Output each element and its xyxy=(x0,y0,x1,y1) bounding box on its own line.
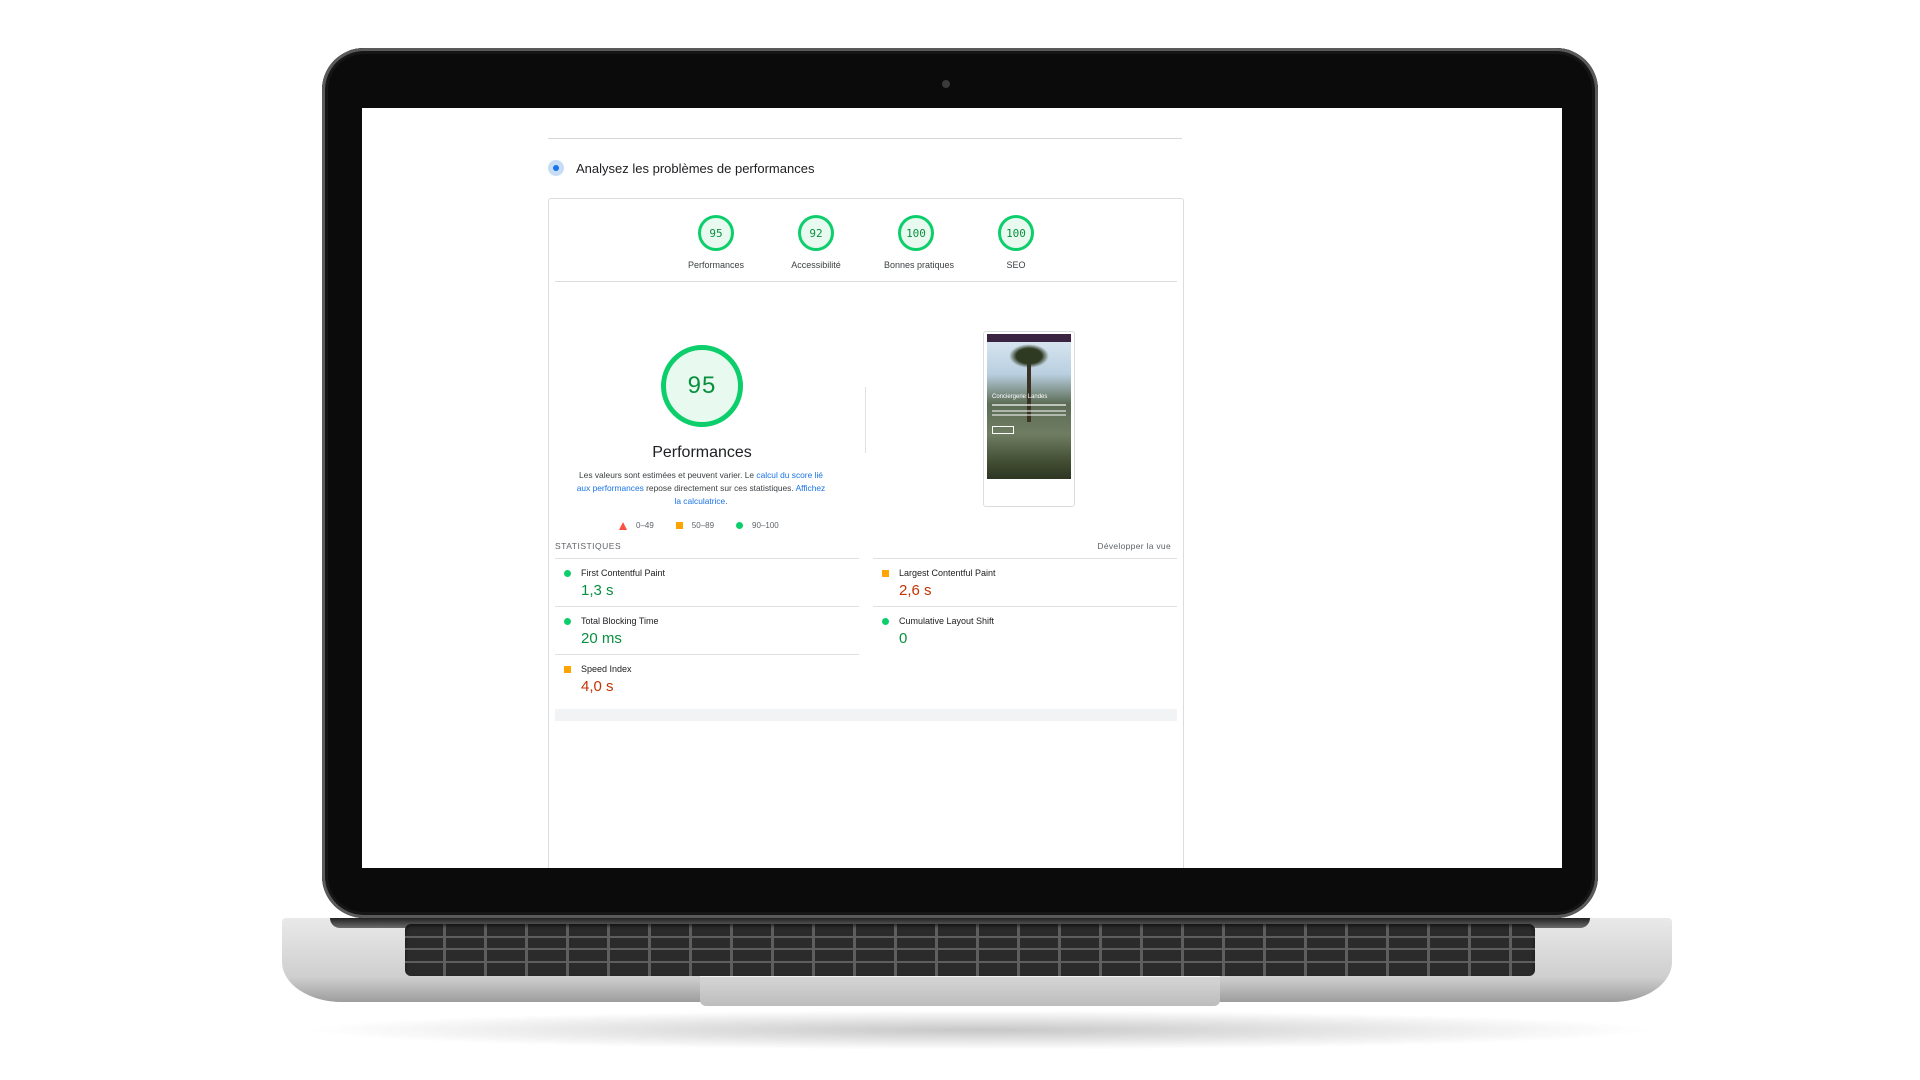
circle-icon xyxy=(736,522,744,529)
score-legend: 0–49 50–89 90–100 xyxy=(619,521,779,530)
divider xyxy=(555,281,1177,282)
lighthouse-icon xyxy=(548,160,564,176)
report-card: 95 Performances 92 Accessibilité 100 Bon… xyxy=(548,198,1184,868)
gauge-accessibilite[interactable]: 92 Accessibilité xyxy=(784,215,848,270)
disclaimer-text: . xyxy=(725,496,728,506)
metric-cumulative-layout-shift: Cumulative Layout Shift 0 xyxy=(873,606,1177,654)
metric-value: 4,0 s xyxy=(581,678,614,695)
legend-range: 90–100 xyxy=(752,521,779,530)
laptop-screen: Analysez les problèmes de performances 9… xyxy=(362,108,1562,868)
metrics-grid: First Contentful Paint 1,3 s Largest Con… xyxy=(555,558,1177,702)
metric-name: Speed Index xyxy=(581,664,632,674)
expand-view-toggle[interactable]: Développer la vue xyxy=(1097,541,1171,551)
score-disclaimer: Les valeurs sont estimées et peuvent var… xyxy=(573,469,829,508)
gauge-score: 100 xyxy=(898,215,934,251)
pass-circle-icon xyxy=(882,618,889,625)
legend-range: 0–49 xyxy=(636,521,654,530)
metric-total-blocking-time: Total Blocking Time 20 ms xyxy=(555,606,859,654)
laptop-shadow xyxy=(300,1010,1660,1050)
keyboard xyxy=(405,924,1535,976)
metric-name: Largest Contentful Paint xyxy=(899,568,996,578)
analyse-header: Analysez les problèmes de performances xyxy=(548,160,814,176)
average-square-icon xyxy=(564,666,571,673)
gauge-performances[interactable]: 95 Performances xyxy=(684,215,748,270)
pass-circle-icon xyxy=(564,618,571,625)
metric-largest-contentful-paint: Largest Contentful Paint 2,6 s xyxy=(873,558,1177,606)
category-gauges: 95 Performances 92 Accessibilité 100 Bon… xyxy=(549,215,1183,270)
metric-value: 20 ms xyxy=(581,630,622,647)
gauge-score: 95 xyxy=(698,215,734,251)
metric-name: First Contentful Paint xyxy=(581,568,666,578)
square-icon xyxy=(675,522,683,529)
gauge-bonnes-pratiques[interactable]: 100 Bonnes pratiques xyxy=(884,215,955,270)
divider xyxy=(548,138,1182,139)
metric-name: Cumulative Layout Shift xyxy=(899,616,995,626)
screenshot-image: Conciergerie Landes xyxy=(987,334,1071,479)
pass-circle-icon xyxy=(564,570,571,577)
palm-tree-image xyxy=(1009,344,1049,422)
legend-range: 50–89 xyxy=(691,521,715,530)
metric-value: 1,3 s xyxy=(581,582,614,599)
triangle-icon xyxy=(619,521,627,530)
runtime-info-bar xyxy=(555,709,1177,721)
screenshot-site-title: Conciergerie Landes xyxy=(992,394,1048,400)
disclaimer-text: repose directement sur ces statistiques. xyxy=(643,483,796,493)
performance-title: Performances xyxy=(652,444,752,461)
gauge-score: 100 xyxy=(998,215,1034,251)
metric-name: Total Blocking Time xyxy=(581,616,659,626)
metric-speed-index: Speed Index 4,0 s xyxy=(555,654,859,702)
divider xyxy=(865,387,866,453)
gauge-label: Performances xyxy=(687,260,745,270)
gauge-seo[interactable]: 100 SEO xyxy=(984,215,1048,270)
stats-heading: STATISTIQUES xyxy=(555,541,622,551)
legend-item-average: 50–89 xyxy=(675,521,715,530)
metric-first-contentful-paint: First Contentful Paint 1,3 s xyxy=(555,558,859,606)
camera-icon xyxy=(942,80,950,88)
disclaimer-text: Les valeurs sont estimées et peuvent var… xyxy=(579,470,757,480)
legend-item-pass: 90–100 xyxy=(736,521,779,530)
metric-value: 2,6 s xyxy=(899,582,932,599)
screenshot-button xyxy=(992,426,1014,434)
metric-value: 0 xyxy=(899,630,908,647)
gauge-label: Bonnes pratiques xyxy=(884,260,955,270)
performance-score-gauge: 95 xyxy=(661,345,743,427)
gauge-label: Accessibilité xyxy=(791,260,841,270)
gauge-score: 92 xyxy=(798,215,834,251)
screenshot-text-lines xyxy=(992,404,1066,406)
gauge-label: SEO xyxy=(1006,260,1026,270)
trackpad xyxy=(700,976,1220,1006)
legend-item-fail: 0–49 xyxy=(619,521,654,530)
page-screenshot-thumbnail[interactable]: Conciergerie Landes xyxy=(983,331,1075,507)
average-square-icon xyxy=(882,570,889,577)
analyse-title: Analysez les problèmes de performances xyxy=(576,160,815,176)
